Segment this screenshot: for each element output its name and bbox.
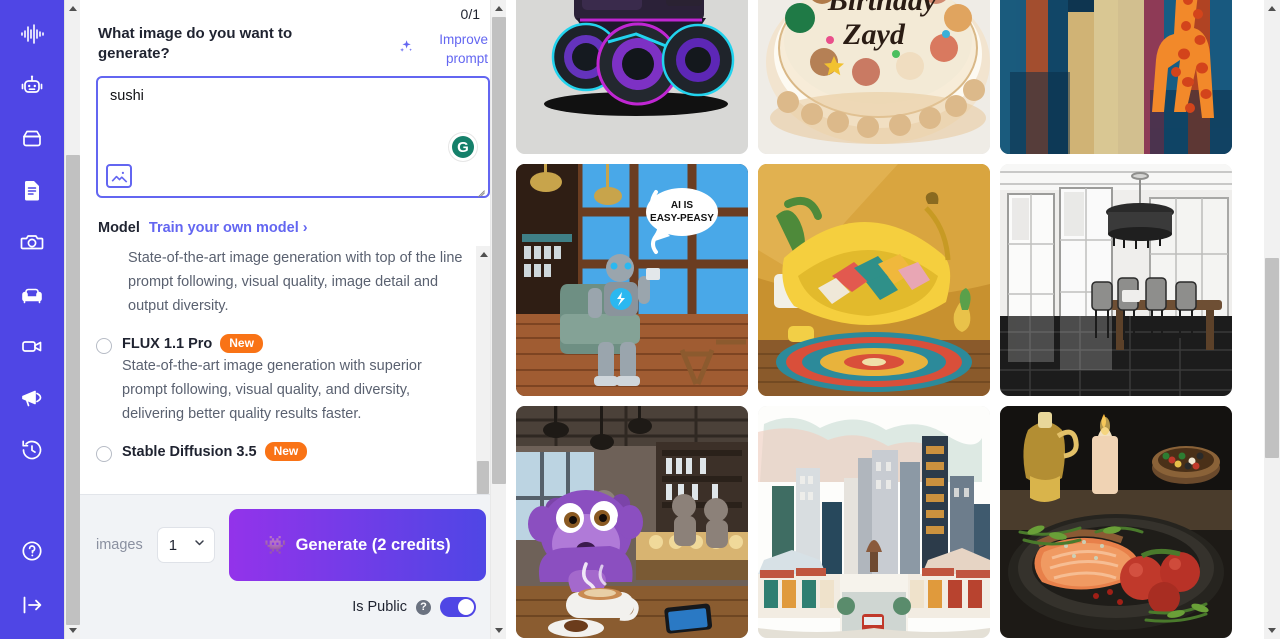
history-clock-icon[interactable]: [16, 434, 48, 466]
is-public-row: Is Public ?: [96, 597, 486, 617]
panel-scroll-up-arrow[interactable]: [491, 0, 507, 17]
model-description: State-of-the-art image generation with s…: [122, 358, 422, 422]
video-camera-icon[interactable]: [16, 330, 48, 362]
robot-icon[interactable]: [16, 70, 48, 102]
gallery-scroll-down-arrow[interactable]: [1264, 622, 1280, 639]
prompt-header: What image do you want to generate? Impr…: [96, 24, 490, 68]
gallery-image-salmon-plate[interactable]: [1000, 406, 1232, 638]
scroll-up-arrow[interactable]: [65, 0, 81, 17]
audio-waveform-icon[interactable]: [16, 18, 48, 50]
train-your-own-model-link[interactable]: Train your own model ›: [149, 220, 308, 236]
gallery-image-watercolor-skyline[interactable]: [758, 406, 990, 638]
gallery-image-birthday-cake[interactable]: Birthday Zayd: [758, 0, 990, 154]
model-scrollbar-thumb[interactable]: [477, 461, 489, 494]
improve-prompt-group[interactable]: Improve prompt: [399, 24, 488, 68]
footer-controls-row: images 1 👾 Generate (2 credits): [96, 509, 486, 581]
toggle-knob: [458, 599, 474, 615]
scroll-down-arrow[interactable]: [65, 622, 81, 639]
generate-button-label: Generate (2 credits): [295, 536, 451, 554]
gallery-image-purple-monkey-coffee[interactable]: [516, 406, 748, 638]
grammarly-icon[interactable]: G: [449, 133, 477, 161]
form-footer: images 1 👾 Generate (2 credits) Is Publi…: [80, 494, 506, 639]
generation-form-panel: 0/1 What image do you want to generate? …: [80, 0, 506, 639]
is-public-label: Is Public: [352, 599, 407, 615]
gallery-image-monster-truck[interactable]: [516, 0, 748, 154]
form-panel-scrollbar[interactable]: [490, 0, 506, 639]
cake-text-line2: Zayd: [842, 18, 906, 51]
model-description-partial: State-of-the-art image generation with t…: [128, 250, 463, 314]
model-title-row: Stable Diffusion 3.5 New: [122, 442, 468, 461]
model-list: State-of-the-art image generation with t…: [96, 246, 490, 462]
sofa-icon[interactable]: [16, 278, 48, 310]
rail-top-group: [16, 0, 48, 466]
panel-scrollbar-thumb[interactable]: [492, 17, 506, 484]
model-list-scrollbar[interactable]: [476, 246, 490, 494]
model-option-stable-diffusion-35[interactable]: Stable Diffusion 3.5 New: [96, 442, 468, 462]
is-public-toggle[interactable]: [440, 597, 476, 617]
model-option-body: Stable Diffusion 3.5 New: [122, 442, 468, 461]
help-circle-icon[interactable]: [16, 535, 48, 567]
model-list-container: State-of-the-art image generation with t…: [96, 246, 490, 494]
logout-icon[interactable]: [16, 589, 48, 621]
model-radio[interactable]: [96, 338, 112, 354]
model-radio[interactable]: [96, 446, 112, 462]
cake-text-line1: Birthday: [827, 0, 937, 17]
gallery-image-giraffe-city[interactable]: [1000, 0, 1232, 154]
help-tooltip-icon[interactable]: ?: [416, 599, 431, 615]
improve-prompt-link[interactable]: Improve prompt: [426, 30, 488, 68]
model-option-flux-11-pro[interactable]: FLUX 1.1 Pro New State-of-the-art image …: [96, 334, 468, 426]
new-badge: New: [220, 334, 263, 353]
images-count-value: 1: [168, 536, 178, 554]
image-gallery: Birthday Zayd AI IS EASY-PEASY: [506, 0, 1280, 639]
image-upload-icon[interactable]: [106, 164, 132, 188]
model-option-body: FLUX 1.1 Pro New State-of-the-art image …: [122, 334, 468, 426]
model-title: FLUX 1.1 Pro: [122, 335, 213, 352]
panel-scroll-down-arrow[interactable]: [491, 622, 507, 639]
rail-bottom-group: [0, 535, 64, 621]
grammarly-glyph: G: [452, 136, 474, 158]
document-icon[interactable]: [16, 174, 48, 206]
images-count-select[interactable]: 1: [156, 527, 215, 563]
model-section-header: Model Train your own model ›: [96, 220, 490, 236]
speech-bubble-line2: EASY-PEASY: [650, 213, 714, 224]
model-title: Stable Diffusion 3.5: [122, 443, 257, 460]
gallery-image-banana-sofa[interactable]: [758, 164, 990, 396]
scrollbar-thumb[interactable]: [66, 155, 80, 625]
prompt-textarea[interactable]: sushi G: [96, 76, 490, 198]
chevron-down-icon: [193, 536, 206, 554]
sparkle-icon: [399, 39, 414, 59]
speech-bubble-line1: AI IS: [671, 200, 694, 211]
gallery-scrollbar[interactable]: [1264, 0, 1280, 639]
model-label: Model: [98, 220, 140, 236]
form-scroll-area: 0/1 What image do you want to generate? …: [80, 0, 506, 494]
alien-monster-icon: 👾: [264, 535, 287, 555]
archive-box-icon[interactable]: [16, 122, 48, 154]
camera-icon[interactable]: [16, 226, 48, 258]
prompt-label: What image do you want to generate?: [98, 25, 293, 62]
model-scroll-up-arrow[interactable]: [476, 246, 490, 263]
left-nav-rail: [0, 0, 64, 639]
outer-window-scrollbar[interactable]: [64, 0, 80, 639]
gallery-image-robot-cafe-comic[interactable]: AI IS EASY-PEASY: [516, 164, 748, 396]
textarea-resize-handle[interactable]: [474, 182, 486, 194]
gallery-scroll-up-arrow[interactable]: [1264, 0, 1280, 17]
gallery-grid: Birthday Zayd AI IS EASY-PEASY: [516, 0, 1232, 638]
gallery-image-dining-room-sketch[interactable]: [1000, 164, 1232, 396]
prompt-counter: 0/1: [460, 6, 480, 22]
megaphone-icon[interactable]: [16, 382, 48, 414]
images-label: images: [96, 537, 143, 553]
generate-button[interactable]: 👾 Generate (2 credits): [228, 509, 486, 581]
new-badge: New: [264, 442, 308, 461]
prompt-input-value[interactable]: sushi: [110, 86, 458, 106]
gallery-scrollbar-thumb[interactable]: [1265, 258, 1279, 458]
model-title-row: FLUX 1.1 Pro New: [122, 334, 468, 353]
